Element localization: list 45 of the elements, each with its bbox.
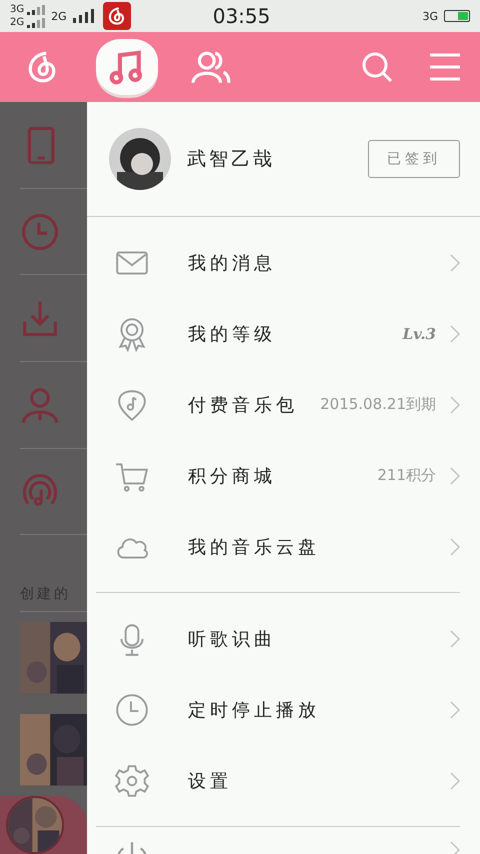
menu-label: 定时停止播放 <box>188 698 321 722</box>
settings-icon <box>114 762 150 798</box>
menu-label: 听歌识曲 <box>188 628 277 650</box>
menu-item[interactable]: 我的音乐云盘 <box>96 511 460 582</box>
battery-icon <box>444 10 470 22</box>
menu-label: 设置 <box>188 770 233 792</box>
search-icon <box>360 50 394 84</box>
menu-label: 积分商城 <box>188 464 277 488</box>
signal-icon <box>27 4 46 14</box>
chevron-icon <box>450 700 460 718</box>
menu-value: 211积分 <box>377 466 436 485</box>
menu-item[interactable]: 付费音乐包 2015.08.21到期 <box>96 369 460 440</box>
menu-item[interactable]: 我的消息 <box>96 227 460 298</box>
menu-label: 我的等级 <box>188 322 277 346</box>
chevron-icon <box>450 772 460 790</box>
chevron-icon <box>450 466 460 484</box>
network-type: 3G <box>10 3 24 16</box>
menu-item[interactable]: 听歌识曲 <box>96 603 460 674</box>
chevron-icon <box>450 841 460 854</box>
app-notification-icon <box>102 2 131 30</box>
signal-icon <box>27 18 46 28</box>
menu-label: 付费音乐包 <box>188 394 299 416</box>
menu-item[interactable]: 我的等级 Lv.3 <box>96 298 460 369</box>
chevron-icon <box>450 630 460 648</box>
menu-value: Lv.3 <box>402 324 436 342</box>
friends-icon <box>191 49 231 85</box>
user-name: 武智乙哉 <box>187 147 276 172</box>
menu-label: 我的音乐云盘 <box>188 536 321 558</box>
menu-label: 我的消息 <box>188 252 277 274</box>
chevron-icon <box>450 254 460 272</box>
menu-item[interactable]: 设置 <box>96 745 460 816</box>
network-type: 2G <box>51 10 67 22</box>
menu-value: 2015.08.21到期 <box>320 395 436 414</box>
chevron-icon <box>450 538 460 556</box>
network-type: 2G <box>10 16 24 29</box>
clock-icon <box>20 212 60 252</box>
signal-icon <box>72 9 97 23</box>
chevron-icon <box>450 324 460 342</box>
clock-time: 03:55 <box>212 4 272 28</box>
clock-icon <box>114 692 150 728</box>
network-type: 3G <box>422 10 438 22</box>
menu-item[interactable]: 积分商城 211积分 <box>96 440 460 511</box>
menu-icon <box>430 53 460 81</box>
chevron-icon <box>450 396 460 414</box>
menu-item[interactable]: 定时停止播放 <box>96 674 460 745</box>
